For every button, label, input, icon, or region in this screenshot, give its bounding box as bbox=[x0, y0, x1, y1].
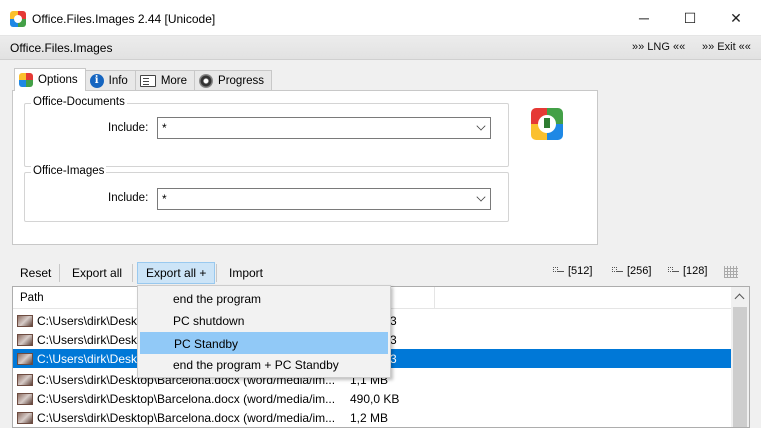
size-128-label: [128] bbox=[683, 265, 708, 277]
image-thumbnail-icon bbox=[17, 374, 33, 386]
toolbar-separator bbox=[216, 264, 217, 282]
tab-progress[interactable]: Progress bbox=[194, 70, 273, 91]
row-size: 3 bbox=[390, 314, 397, 328]
row-size: 1,2 MB bbox=[350, 411, 389, 425]
row-path: C:\Users\dirk\Desktop\Barcelona.docx (wo… bbox=[37, 392, 336, 406]
language-menu[interactable]: »» LNG «« bbox=[632, 41, 685, 53]
menu-strip: Office.Files.Images »» LNG «« »» Exit «« bbox=[0, 36, 761, 60]
tab-progress-label: Progress bbox=[218, 75, 265, 87]
thumbnail-size-icon bbox=[668, 266, 680, 276]
tab-strip: Options i Info More Progress bbox=[14, 68, 273, 91]
size-512-button[interactable]: [512] bbox=[553, 265, 592, 277]
reset-button[interactable]: Reset bbox=[12, 262, 59, 284]
tab-options[interactable]: Options bbox=[14, 68, 86, 91]
table-row[interactable]: C:\Users\dirk\Desktop\Barcelona.docx (wo… bbox=[13, 408, 731, 427]
app-icon bbox=[10, 11, 26, 27]
tab-info-label: Info bbox=[108, 75, 128, 87]
options-icon bbox=[19, 73, 33, 87]
size-128-button[interactable]: [128] bbox=[668, 265, 707, 277]
table-row[interactable]: C:\Users\dirk\Desktop\Barcelona.docx (wo… bbox=[13, 389, 731, 408]
size-256-button[interactable]: [256] bbox=[612, 265, 651, 277]
vertical-scrollbar[interactable] bbox=[731, 287, 749, 427]
app-logo-icon bbox=[531, 108, 563, 140]
size-512-label: [512] bbox=[568, 265, 593, 277]
image-thumbnail-icon bbox=[17, 334, 33, 346]
thumbnail-size-icon bbox=[553, 266, 565, 276]
images-include-label: Include: bbox=[108, 192, 149, 204]
row-path: C:\Users\dirk\Desktop\Barcelona.docx (wo… bbox=[37, 411, 336, 425]
office-images-label: Office-Images bbox=[31, 165, 107, 177]
menu-item-end-program-standby[interactable]: end the program + PC Standby bbox=[140, 354, 388, 376]
exit-menu[interactable]: »» Exit «« bbox=[702, 41, 751, 53]
progress-icon bbox=[199, 74, 214, 88]
grid-view-icon[interactable] bbox=[724, 266, 738, 278]
toolbar-separator bbox=[59, 264, 60, 282]
scroll-up-icon[interactable] bbox=[734, 293, 745, 304]
row-path: C:\Users\dirk\Deskt bbox=[37, 314, 141, 328]
images-include-combo[interactable]: * bbox=[157, 188, 491, 210]
size-256-label: [256] bbox=[627, 265, 652, 277]
import-button[interactable]: Import bbox=[221, 262, 271, 284]
minimize-button[interactable]: ─ bbox=[621, 0, 667, 36]
export-options-menu: end the program PC shutdown PC Standby e… bbox=[137, 285, 391, 378]
toolbar-separator bbox=[132, 264, 133, 282]
column-divider[interactable] bbox=[434, 287, 435, 309]
row-size: 490,0 KB bbox=[350, 392, 400, 406]
image-thumbnail-icon bbox=[17, 353, 33, 365]
menu-item-pc-shutdown[interactable]: PC shutdown bbox=[140, 310, 388, 332]
row-path: C:\Users\dirk\Deskt bbox=[37, 352, 141, 366]
images-include-value: * bbox=[162, 192, 167, 206]
tab-options-label: Options bbox=[38, 74, 78, 86]
documents-include-value: * bbox=[162, 121, 167, 135]
export-all-button[interactable]: Export all bbox=[64, 262, 130, 284]
office-images-group: Office-Images Include: * bbox=[24, 165, 509, 222]
tab-info[interactable]: i Info bbox=[84, 70, 136, 91]
chevron-down-icon bbox=[476, 121, 486, 131]
office-documents-label: Office-Documents bbox=[31, 96, 127, 108]
image-thumbnail-icon bbox=[17, 412, 33, 424]
download-arrow-icon bbox=[544, 118, 550, 128]
info-icon: i bbox=[89, 74, 104, 88]
image-thumbnail-icon bbox=[17, 315, 33, 327]
menu-item-end-program[interactable]: end the program bbox=[140, 288, 388, 310]
chevron-down-icon bbox=[476, 192, 486, 202]
thumbnail-size-icon bbox=[612, 266, 624, 276]
close-button[interactable]: ✕ bbox=[713, 0, 759, 36]
row-size: 3 bbox=[390, 333, 397, 347]
export-all-plus-button[interactable]: Export all + bbox=[137, 262, 216, 284]
scroll-thumb[interactable] bbox=[733, 307, 747, 427]
app-name-label: Office.Files.Images bbox=[10, 41, 113, 55]
tab-more-label: More bbox=[160, 75, 188, 87]
documents-include-combo[interactable]: * bbox=[157, 117, 491, 139]
window-title: Office.Files.Images 2.44 [Unicode] bbox=[32, 12, 216, 26]
more-icon bbox=[139, 75, 156, 87]
documents-include-label: Include: bbox=[108, 122, 149, 134]
image-thumbnail-icon bbox=[17, 393, 33, 405]
office-documents-group: Office-Documents Include: * bbox=[24, 96, 509, 167]
options-panel: Office-Documents Include: * Office-Image… bbox=[12, 90, 598, 245]
row-size: 3 bbox=[390, 352, 397, 366]
tab-more[interactable]: More bbox=[134, 70, 196, 91]
maximize-button[interactable]: ☐ bbox=[667, 0, 713, 36]
row-path: C:\Users\dirk\Deskt bbox=[37, 333, 141, 347]
title-bar: Office.Files.Images 2.44 [Unicode] ─ ☐ ✕ bbox=[0, 0, 761, 36]
menu-item-pc-standby[interactable]: PC Standby bbox=[140, 332, 388, 354]
column-path-header[interactable]: Path bbox=[20, 292, 44, 304]
